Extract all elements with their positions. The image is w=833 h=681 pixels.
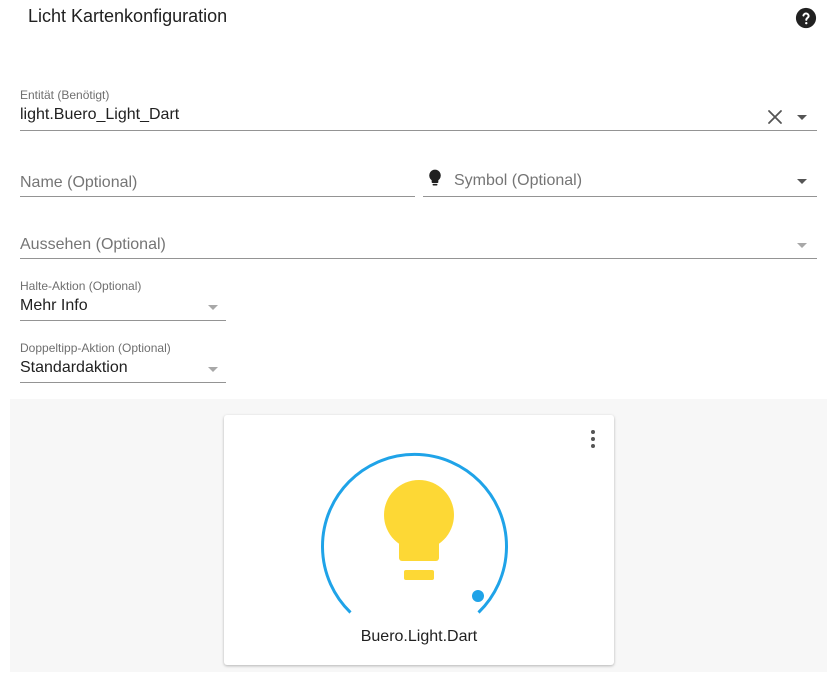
theme-placeholder: Aussehen (Optional) <box>20 236 166 253</box>
chevron-down-icon[interactable] <box>797 179 807 184</box>
double-tap-action-underline <box>20 382 226 383</box>
hold-action-value[interactable]: Mehr Info <box>20 297 88 315</box>
brightness-dial[interactable] <box>319 435 519 615</box>
light-card[interactable]: Buero.Light.Dart <box>224 415 614 665</box>
brightness-handle <box>472 590 484 602</box>
symbol-placeholder: Symbol (Optional) <box>454 172 583 189</box>
entity-underline <box>20 130 817 131</box>
symbol-select[interactable]: Symbol (Optional) <box>423 160 817 197</box>
chevron-down-icon[interactable] <box>797 243 807 248</box>
name-underline <box>20 196 415 197</box>
symbol-underline <box>423 196 817 197</box>
double-tap-action-value[interactable]: Standardaktion <box>20 359 128 377</box>
double-tap-action-select[interactable]: Doppeltipp-Aktion (Optional) Standardakt… <box>20 339 226 383</box>
help-circle-icon[interactable] <box>795 7 817 29</box>
theme-select[interactable]: Aussehen (Optional) <box>20 222 817 259</box>
clear-icon[interactable] <box>767 109 783 125</box>
lightbulb-icon <box>384 480 454 580</box>
more-vertical-icon[interactable] <box>590 429 596 449</box>
name-field[interactable]: Name (Optional) <box>20 160 415 197</box>
double-tap-action-label: Doppeltipp-Aktion (Optional) <box>20 341 171 355</box>
name-placeholder: Name (Optional) <box>20 174 138 191</box>
entity-value[interactable]: light.Buero_Light_Dart <box>20 106 179 124</box>
chevron-down-icon[interactable] <box>797 115 807 120</box>
page-title: Licht Kartenkonfiguration <box>28 6 228 26</box>
hold-action-label: Halte-Aktion (Optional) <box>20 279 142 293</box>
card-entity-name[interactable]: Buero.Light.Dart <box>224 628 614 646</box>
lightbulb-icon <box>429 169 441 186</box>
chevron-down-icon[interactable] <box>208 367 218 372</box>
hold-action-underline <box>20 320 226 321</box>
hold-action-select[interactable]: Halte-Aktion (Optional) Mehr Info <box>20 277 226 321</box>
chevron-down-icon[interactable] <box>208 305 218 310</box>
theme-underline <box>20 258 817 259</box>
entity-select[interactable]: Entität (Benötigt) light.Buero_Light_Dar… <box>20 86 817 131</box>
entity-label: Entität (Benötigt) <box>20 88 110 102</box>
